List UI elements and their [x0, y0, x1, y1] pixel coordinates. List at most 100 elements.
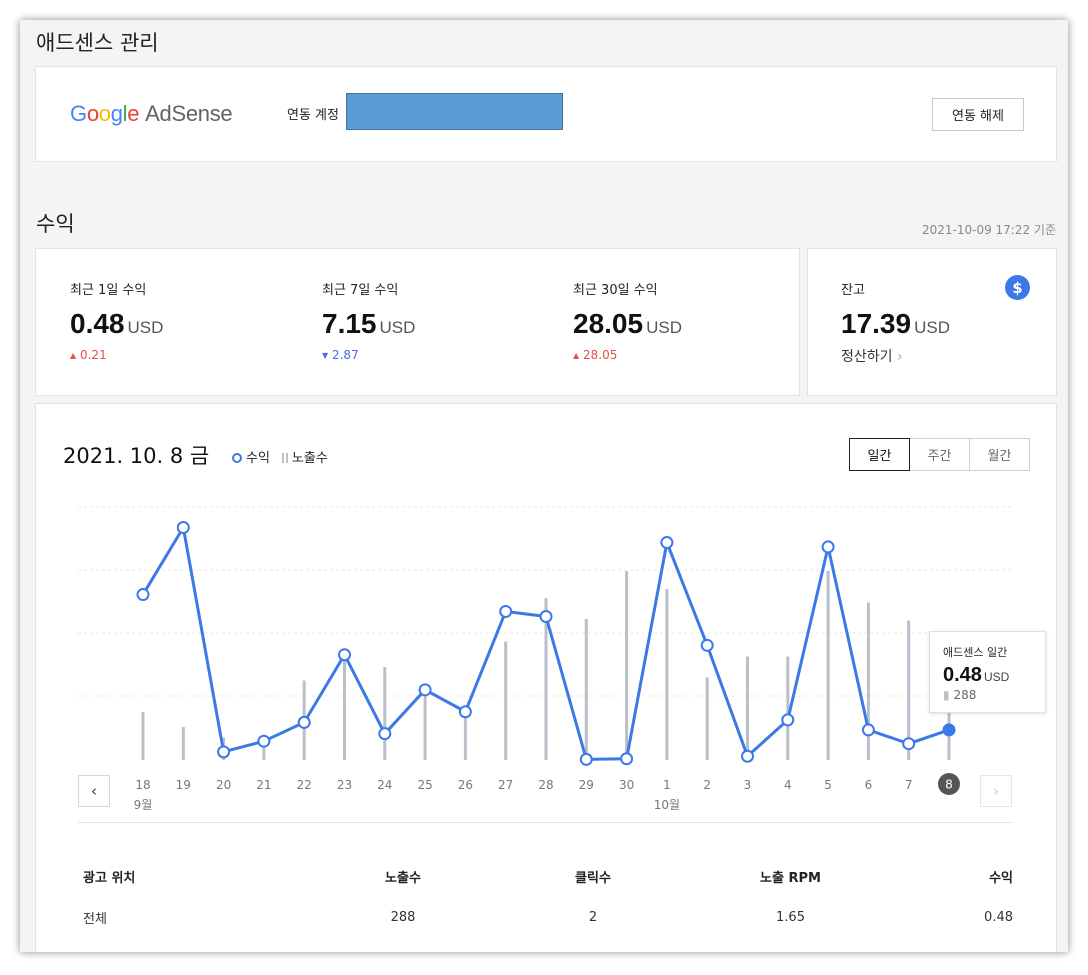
revenue-point: [821, 540, 835, 554]
x-tick-label: 5: [824, 778, 832, 792]
x-tick-label: 25: [417, 778, 432, 792]
revenue-point: [902, 737, 916, 751]
impressions-bar: [383, 667, 387, 760]
x-tick-label: 24: [377, 778, 392, 792]
tooltip-value: 0.48 USD: [943, 664, 1010, 686]
col-header-rpm: 노출 RPM: [760, 870, 821, 886]
stat-change-up: ▲ 0.21: [70, 348, 107, 362]
impressions-bar: [625, 571, 629, 760]
x-tick-label: 6: [865, 778, 873, 792]
stat-value: 28.05 USD: [573, 308, 682, 339]
daily-chart-card: 2021. 10. 8 금 수익 노출수 일간 주간 월간 18 19 20 21 22…: [35, 403, 1057, 952]
adsense-account-card: Google AdSense 연동 계정 연동 해제: [35, 66, 1057, 162]
x-tick-label: 26: [458, 778, 473, 792]
revenue-point: [579, 752, 593, 766]
x-tick-label: 7: [905, 778, 913, 792]
x-tick-label: 1: [663, 778, 671, 792]
x-tick-label: 4: [784, 778, 792, 792]
x-tick-label: 20: [216, 778, 231, 792]
x-tick-label: 3: [744, 778, 752, 792]
revenue-point: [499, 604, 513, 618]
x-tick-label: 28: [538, 778, 553, 792]
chevron-right-icon: ›: [896, 349, 903, 365]
impressions-bar: [746, 656, 749, 760]
revenue-summary-card: 최근 1일 수익 0.48 USD ▲ 0.21 최근 7일 수익 7.15 USD…: [35, 248, 800, 396]
revenue-point: [781, 713, 795, 727]
dollar-icon: $: [1005, 275, 1030, 300]
settle-link[interactable]: 정산하기 ›: [841, 346, 950, 366]
tooltip-title: 애드센스 일간: [943, 646, 1008, 659]
stat-label: 최근 7일 수익: [322, 283, 399, 298]
x-tick-label: 23: [337, 778, 352, 792]
table-row: 전체 288 2 1.65 0.48: [83, 890, 1013, 944]
ad-placement-table: 광고 위치 노출수 클릭수 노출 RPM 수익 전체 288 2 1.65 0.…: [83, 862, 1013, 944]
tab-daily[interactable]: 일간: [849, 438, 910, 471]
cell-clicks: 2: [588, 909, 598, 925]
linked-account-label: 연동 계정: [287, 108, 339, 123]
impressions-bar: [826, 571, 830, 760]
impressions-bar: [665, 589, 669, 760]
cell-revenue: 0.48: [984, 909, 1013, 925]
chevron-right-icon: ›: [993, 782, 999, 800]
x-tick-label: 30: [619, 778, 634, 792]
impressions-bar: [141, 712, 145, 760]
prev-period-button[interactable]: ‹: [78, 775, 110, 807]
impressions-bar: [584, 619, 588, 760]
stat-7day: 최근 7일 수익 7.15 USD ▼ 2.87: [322, 279, 415, 362]
revenue-point: [458, 705, 472, 719]
stat-change-down: ▼ 2.87: [322, 348, 359, 362]
x-tick-label: 27: [498, 778, 513, 792]
stat-balance: 잔고 17.39 USD 정산하기 ›: [841, 279, 950, 366]
impressions-bar: [705, 677, 709, 760]
col-header-revenue: 수익: [989, 870, 1013, 886]
stat-1day: 최근 1일 수익 0.48 USD ▲ 0.21: [70, 279, 163, 362]
impressions-bar: [181, 727, 185, 760]
revenue-point: [539, 609, 553, 623]
balance-card: 잔고 17.39 USD 정산하기 › $: [807, 248, 1057, 396]
revenue-point: [378, 727, 392, 741]
app-window: 애드센스 관리 Google AdSense 연동 계정 연동 해제 수익 202…: [20, 20, 1068, 952]
revenue-point: [338, 648, 351, 662]
col-header-impressions: 노출수: [385, 870, 421, 886]
revenue-point: [620, 752, 634, 766]
triangle-up-icon: ▲: [70, 351, 77, 360]
stat-change-up: ▲ 28.05: [573, 348, 618, 362]
x-tick-label: 22: [297, 778, 312, 792]
revenue-point: [257, 734, 271, 748]
as-of-timestamp: 2021-10-09 17:22 기준: [921, 223, 1056, 237]
revenue-point: [217, 745, 231, 759]
revenue-point: [700, 638, 714, 652]
x-tick-label: 2: [703, 778, 711, 792]
x-tick-label: 18: [135, 778, 150, 792]
revenue-point: [297, 715, 311, 729]
col-header-clicks: 클릭수: [575, 870, 611, 886]
table-header-row: 광고 위치 노출수 클릭수 노출 RPM 수익: [83, 862, 1013, 890]
x-tick-label: 19: [176, 778, 191, 792]
revenue-point: [660, 536, 674, 550]
next-period-button[interactable]: ›: [980, 775, 1012, 807]
triangle-up-icon: ▲: [573, 351, 580, 360]
revenue-point: [418, 683, 432, 697]
balance-label: 잔고: [841, 283, 865, 298]
chevron-left-icon: ‹: [91, 782, 97, 800]
revenue-point: [861, 723, 875, 737]
x-tick-label: 8: [945, 778, 953, 792]
stat-label: 최근 1일 수익: [70, 283, 147, 298]
unlink-button[interactable]: 연동 해제: [932, 98, 1024, 131]
impressions-bar: [423, 695, 427, 760]
linked-account-value-redacted: [346, 93, 563, 130]
impressions-bar: [786, 656, 790, 760]
impressions-bar: [343, 656, 346, 760]
chart-tooltip: 애드센스 일간 0.48 USD ▮ 288: [929, 631, 1046, 713]
stat-label: 최근 30일 수익: [573, 283, 658, 298]
month-label: 10월: [654, 798, 680, 812]
revenue-title: 수익: [36, 212, 75, 236]
divider: [78, 822, 1013, 823]
revenue-point: [176, 521, 190, 535]
revenue-point: [942, 723, 956, 737]
stat-30day: 최근 30일 수익 28.05 USD ▲ 28.05: [573, 279, 682, 362]
col-header-placement: 광고 위치: [83, 870, 136, 886]
x-tick-label: 21: [256, 778, 271, 792]
stat-value: 7.15 USD: [322, 308, 416, 339]
cell-placement: 전체: [83, 911, 107, 927]
